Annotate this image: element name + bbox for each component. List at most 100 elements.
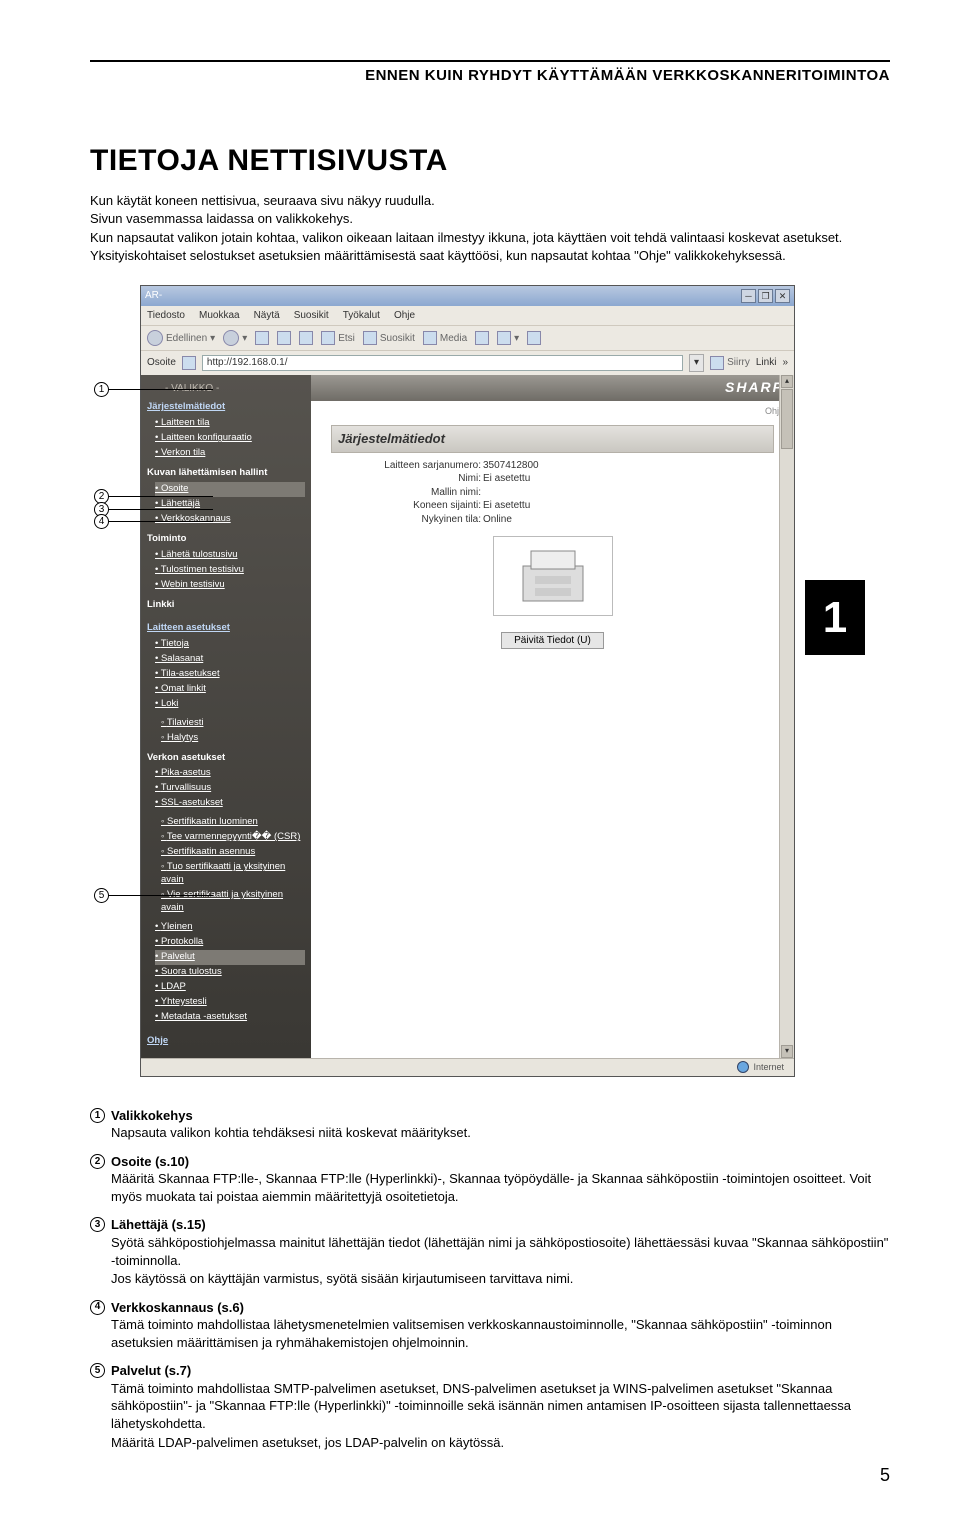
scroll-down-icon[interactable]: ▾ <box>781 1045 793 1058</box>
sidebar-ssl[interactable]: SSL-asetukset <box>155 796 305 811</box>
chapter-header: ENNEN KUIN RYHDYT KÄYTTÄMÄÄN VERKKOSKANN… <box>90 66 890 86</box>
window-title: AR- <box>145 289 162 303</box>
sidebar-log[interactable]: Loki <box>155 697 305 712</box>
scroll-up-icon[interactable]: ▴ <box>781 375 793 388</box>
links-label[interactable]: Linki <box>756 356 777 370</box>
callout-4: 4 <box>94 515 213 529</box>
scrollbar[interactable]: ▴ ▾ <box>779 375 794 1058</box>
sidebar-device-settings[interactable]: Laitteen asetukset <box>147 622 305 635</box>
menu-frame: - VALIKKO - Järjestelmätiedot Laitteen t… <box>141 375 311 1058</box>
sidebar-cert-install[interactable]: Sertifikaatin asennus <box>161 845 305 860</box>
sidebar-cert-create[interactable]: Sertifikaatin luominen <box>161 815 305 830</box>
sidebar-csr[interactable]: Tee varmennepyynti�� (CSR) <box>161 830 305 845</box>
sidebar-ldap[interactable]: LDAP <box>155 980 305 995</box>
back-button[interactable]: Edellinen ▾ <box>147 330 215 346</box>
sidebar-state-settings[interactable]: Tila-asetukset <box>155 667 305 682</box>
minimize-button[interactable]: ─ <box>741 289 756 303</box>
toolbar: Edellinen ▾ ▾ Etsi Suosikit Media ▾ <box>141 325 794 350</box>
sidebar-metadata[interactable]: Metadata -asetukset <box>155 1010 305 1025</box>
legend-num-5: 5 <box>90 1363 105 1378</box>
sidebar-own-links[interactable]: Omat linkit <box>155 682 305 697</box>
sidebar-passwords[interactable]: Salasanat <box>155 652 305 667</box>
sidebar-link: Linkki <box>147 599 305 612</box>
sidebar-conn-test[interactable]: Yhteystesli <box>155 995 305 1010</box>
sidebar-function: Toiminto <box>147 533 305 546</box>
legend-num-2: 2 <box>90 1154 105 1169</box>
legend-num-4: 4 <box>90 1300 105 1315</box>
legend-num-1: 1 <box>90 1108 105 1123</box>
update-button[interactable]: Päivitä Tiedot (U) <box>501 632 604 649</box>
menu-tools[interactable]: Työkalut <box>343 309 380 323</box>
forward-button[interactable]: ▾ <box>223 330 247 346</box>
legend-title-5: Palvelut (s.7) <box>111 1362 191 1380</box>
address-label: Osoite <box>147 356 176 370</box>
sidebar-device-state[interactable]: Laitteen tila <box>155 416 305 431</box>
page-icon <box>182 356 196 370</box>
menu-view[interactable]: Näytä <box>254 309 280 323</box>
legend-list: 1Valikkokehys Napsauta valikon kohtia te… <box>90 1107 890 1451</box>
chapter-tab: 1 <box>805 580 865 655</box>
sidebar-system-info[interactable]: Järjestelmätiedot <box>147 401 305 414</box>
callout-5: 5 <box>94 889 213 903</box>
menu-file[interactable]: Tiedosto <box>147 309 185 323</box>
status-text: Internet <box>753 1061 784 1073</box>
sidebar-protocol[interactable]: Protokolla <box>155 935 305 950</box>
media-button[interactable]: Media <box>423 331 467 345</box>
search-button[interactable]: Etsi <box>321 331 355 345</box>
scroll-thumb[interactable] <box>781 389 793 449</box>
sidebar-quick-setup[interactable]: Pika-asetus <box>155 766 305 781</box>
page-title: TIETOJA NETTISIVUSTA <box>90 141 890 182</box>
window-titlebar: AR- ─ ❐ ✕ <box>141 286 794 306</box>
sidebar-image-send: Kuvan lähettämisen hallint <box>147 467 305 480</box>
sidebar-send-printpage[interactable]: Lähetä tulostusivu <box>155 548 305 563</box>
info-title: Järjestelmätiedot <box>331 425 774 453</box>
sidebar-network-state[interactable]: Verkon tila <box>155 446 305 461</box>
close-button[interactable]: ✕ <box>775 289 790 303</box>
print-icon[interactable] <box>527 331 541 345</box>
info-rows: Laitteen sarjanumero: 3507412800 Nimi: E… <box>371 459 794 527</box>
refresh-icon[interactable] <box>277 331 291 345</box>
browser-window: AR- ─ ❐ ✕ Tiedosto Muokkaa Näytä Suosiki… <box>140 285 795 1077</box>
sidebar-printer-testpage[interactable]: Tulostimen testisivu <box>155 563 305 578</box>
brand-logo: SHARP <box>311 375 794 401</box>
internet-icon <box>737 1061 749 1073</box>
maximize-button[interactable]: ❐ <box>758 289 773 303</box>
stop-icon[interactable] <box>255 331 269 345</box>
legend-title-1: Valikkokehys <box>111 1107 193 1125</box>
sidebar-status-msg[interactable]: Tilaviesti <box>161 716 305 731</box>
sidebar-info[interactable]: Tietoja <box>155 637 305 652</box>
go-button[interactable]: Siirry <box>710 356 750 370</box>
menu-fav[interactable]: Suosikit <box>294 309 329 323</box>
callout-1: 1 <box>94 383 213 397</box>
sidebar-help[interactable]: Ohje <box>147 1035 305 1048</box>
address-dropdown[interactable]: ▾ <box>689 354 704 372</box>
statusbar: Internet <box>141 1058 794 1076</box>
links-expand[interactable]: » <box>782 356 788 370</box>
legend-title-4: Verkkoskannaus (s.6) <box>111 1299 244 1317</box>
address-input[interactable]: http://192.168.0.1/ <box>202 355 683 371</box>
address-bar: Osoite http://192.168.0.1/ ▾ Siirry Link… <box>141 350 794 375</box>
legend-title-2: Osoite (s.10) <box>111 1153 189 1171</box>
legend-num-3: 3 <box>90 1217 105 1232</box>
history-icon[interactable] <box>475 331 489 345</box>
menubar: Tiedosto Muokkaa Näytä Suosikit Työkalut… <box>141 306 794 326</box>
sidebar-network-settings: Verkon asetukset <box>147 752 305 765</box>
printer-icon <box>493 536 613 616</box>
sidebar-device-config[interactable]: Laitteen konfiguraatio <box>155 431 305 446</box>
sidebar-direct-print[interactable]: Suora tulostus <box>155 965 305 980</box>
home-icon[interactable] <box>299 331 313 345</box>
sidebar-security[interactable]: Turvallisuus <box>155 781 305 796</box>
menu-edit[interactable]: Muokkaa <box>199 309 240 323</box>
sidebar-alert[interactable]: Halytys <box>161 731 305 746</box>
help-link[interactable]: Ohje <box>311 401 794 421</box>
sidebar-item-services[interactable]: Palvelut <box>155 950 305 965</box>
mail-icon[interactable]: ▾ <box>497 331 519 345</box>
sidebar-cert-import[interactable]: Tuo sertifikaatti ja yksityinen avain <box>161 860 305 888</box>
fav-button[interactable]: Suosikit <box>363 331 415 345</box>
sidebar-general[interactable]: Yleinen <box>155 920 305 935</box>
menu-help[interactable]: Ohje <box>394 309 415 323</box>
main-pane: SHARP Ohje Järjestelmätiedot Laitteen sa… <box>311 375 794 1058</box>
intro-text: Kun käytät koneen nettisivua, seuraava s… <box>90 192 890 265</box>
legend-title-3: Lähettäjä (s.15) <box>111 1216 206 1234</box>
sidebar-web-testpage[interactable]: Webin testisivu <box>155 578 305 593</box>
